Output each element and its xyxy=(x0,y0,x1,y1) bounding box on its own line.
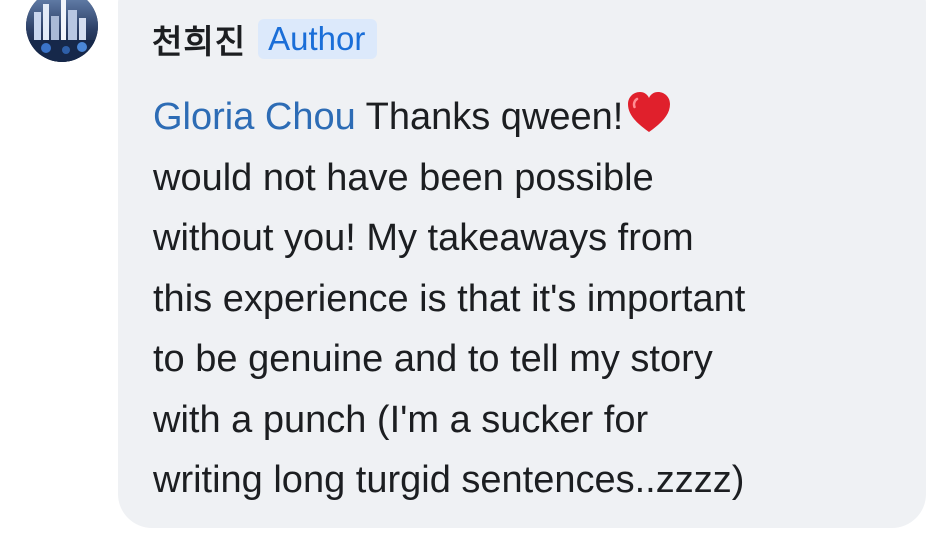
avatar-photo xyxy=(26,0,98,62)
red-heart-icon xyxy=(628,92,671,132)
comment-line: to be genuine and to tell my story xyxy=(153,338,713,380)
mention-link[interactable]: Gloria Chou xyxy=(153,96,356,138)
author-name[interactable]: 천희진 xyxy=(152,15,246,63)
comment-line: would not have been possible xyxy=(153,156,654,199)
avatar[interactable] xyxy=(26,0,98,62)
comment-text: Gloria Chou Thanks qween! would not have… xyxy=(153,87,913,511)
comment: 천희진 Author Gloria Chou Thanks qween! wou… xyxy=(0,0,945,545)
comment-line: this experience is that it's important xyxy=(153,277,746,320)
comment-line: without you! My takeaways from xyxy=(153,217,694,259)
comment-header: 천희진 Author xyxy=(152,15,378,63)
comment-line-text: Thanks qween! xyxy=(365,96,624,138)
author-badge: Author xyxy=(258,19,378,59)
comment-line: Gloria Chou Thanks qween! xyxy=(153,87,913,148)
comment-line: with a punch (I'm a sucker for xyxy=(153,398,649,441)
comment-line: writing long turgid sentences..zzzz) xyxy=(153,459,745,501)
